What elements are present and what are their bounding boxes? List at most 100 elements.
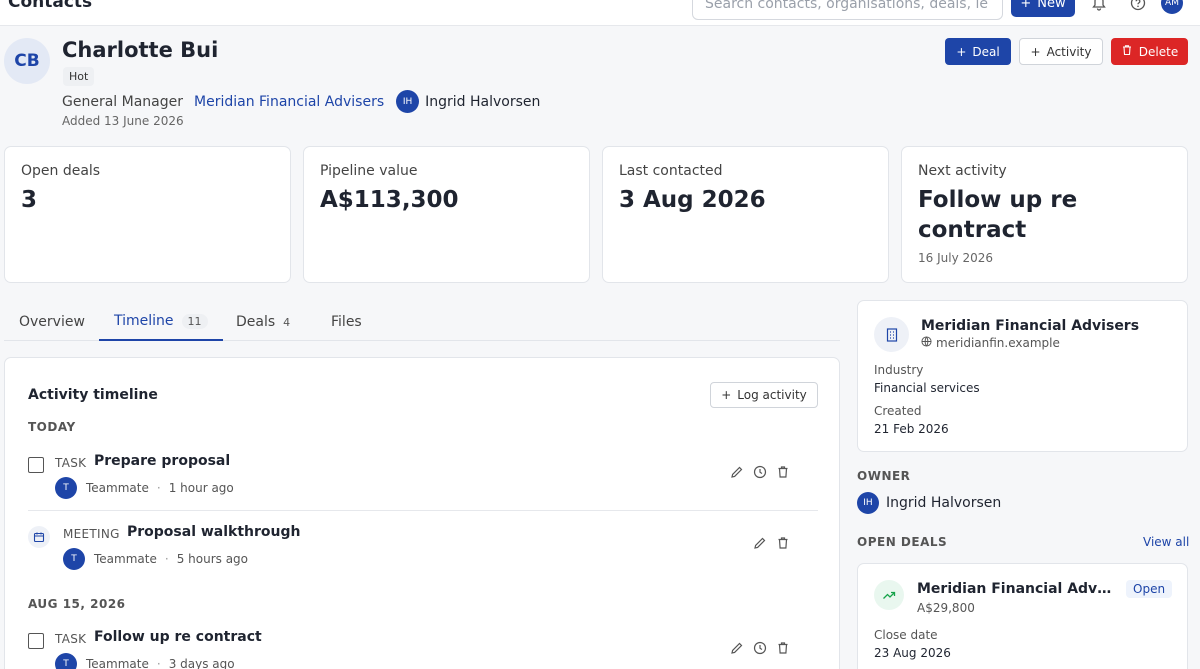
add-deal-button[interactable]: + Deal [945,38,1011,65]
trending-up-icon [874,580,904,610]
item-title: Proposal walkthrough [127,524,301,540]
owner-row: IH Ingrid Halvorsen [857,492,1001,514]
app-title: Contacts [8,0,93,12]
deal-card[interactable]: Meridian Financial Advisers A$29,800 Ope… [857,563,1188,669]
created-label: Created [874,404,922,418]
added-date: Added 13 June 2026 [62,114,184,128]
close-date-label: Close date [874,628,938,642]
help-icon[interactable] [1127,0,1149,14]
stat-open-deals: Open deals 3 [4,146,291,283]
delete-button[interactable]: Delete [1111,38,1188,65]
bell-icon[interactable] [1088,0,1110,14]
item-title: Prepare proposal [94,453,231,469]
stat-last-contacted: Last contacted 3 Aug 2026 [602,146,889,283]
task-checkbox[interactable] [28,633,44,649]
add-activity-button[interactable]: + Activity [1019,38,1103,65]
owner-avatar: IH [396,90,420,113]
plus-icon: + [1020,0,1032,11]
item-actions [730,465,790,479]
author-avatar: T [63,548,85,570]
organisation-website[interactable]: meridianfin.example [921,336,1060,350]
stat-value: Follow up re contract [918,187,1078,243]
plus-icon: + [721,388,732,402]
tab-files[interactable]: Files [316,303,377,341]
stat-value: 3 [21,187,38,213]
trash-icon[interactable] [776,465,790,479]
owner-name: Ingrid Halvorsen [886,495,1002,511]
owner-heading: OWNER [857,469,911,483]
item-time: 5 hours ago [176,552,249,566]
globe-icon [921,336,932,350]
open-deals-heading: OPEN DEALS [857,535,948,549]
edit-icon[interactable] [730,641,744,655]
organisation-card: Meridian Financial Advisers meridianfin.… [857,300,1188,452]
tab-label: Timeline [114,313,174,329]
industry-value: Financial services [874,381,980,395]
task-checkbox[interactable] [28,457,44,473]
stat-label: Open deals [21,163,101,179]
timeline-item: TASK Follow up re contract T Teammate · … [28,629,818,669]
user-avatar[interactable]: AM [1161,0,1183,14]
deal-status-badge: Open [1126,580,1173,598]
edit-icon[interactable] [730,465,744,479]
view-all-link[interactable]: View all [1143,535,1189,549]
calendar-icon [28,526,50,548]
log-activity-button[interactable]: + Log activity [710,382,818,408]
add-activity-label: Activity [1046,44,1092,59]
author-name: Teammate [86,657,149,669]
plus-icon: + [1030,44,1041,59]
activity-timeline: Activity timeline + Log activity TODAY T… [4,357,840,669]
item-actions [753,536,790,550]
stat-pipeline-value: Pipeline value A$113,300 [303,146,590,283]
new-button[interactable]: + New [1011,0,1075,17]
add-deal-label: Deal [972,44,1000,59]
stat-value: A$113,300 [320,187,459,213]
edit-icon[interactable] [753,536,767,550]
tab-bar: Overview Timeline 11 Deals 4 Files [4,303,840,341]
stat-next-activity: Next activity Follow up re contract 16 J… [901,146,1188,283]
stat-value: 3 Aug 2026 [619,187,766,213]
tab-label: Deals [236,314,276,330]
stat-label: Pipeline value [320,163,418,179]
contact-role: General Manager [62,93,183,110]
timeline-group-heading: AUG 15, 2026 [28,597,126,611]
industry-label: Industry [874,363,924,377]
tab-deals[interactable]: Deals 4 [221,303,305,341]
contact-name: Charlotte Bui [62,38,219,62]
item-byline: T Teammate · 1 hour ago [55,477,234,499]
organisation-link[interactable]: Meridian Financial Advisers [194,94,384,110]
owner-avatar: IH [857,492,879,514]
organisation-name[interactable]: Meridian Financial Advisers [921,318,1139,334]
item-byline: T Teammate · 5 hours ago [63,548,248,570]
item-time: 1 hour ago [168,481,234,495]
log-activity-label: Log activity [737,388,807,402]
timeline-item: MEETING Proposal walkthrough T Teammate … [28,524,818,570]
contact-avatar: CB [4,38,50,84]
search-input[interactable] [692,0,1003,20]
tab-timeline[interactable]: Timeline 11 [99,303,223,341]
tab-label: Overview [19,314,85,330]
trash-icon[interactable] [776,536,790,550]
contact-meta: General Manager Meridian Financial Advis… [62,90,540,113]
delete-label: Delete [1138,44,1179,59]
close-date-value: 23 Aug 2026 [874,646,951,660]
item-byline: T Teammate · 3 days ago [55,653,235,669]
plus-icon: + [956,44,967,59]
tab-overview[interactable]: Overview [4,303,100,341]
clock-icon[interactable] [753,641,767,655]
new-button-label: New [1037,0,1066,11]
author-name: Teammate [94,552,157,566]
trash-icon[interactable] [776,641,790,655]
timeline-title: Activity timeline [28,387,158,403]
item-actions [730,641,790,655]
clock-icon[interactable] [753,465,767,479]
tab-label: Files [331,314,362,330]
divider [28,510,818,511]
status-badge: Hot [63,67,95,86]
author-avatar: T [55,477,77,499]
owner-name: Ingrid Halvorsen [425,93,541,110]
stat-sub: 16 July 2026 [918,251,994,265]
deal-name: Meridian Financial Advisers [917,581,1115,597]
author-name: Teammate [86,481,149,495]
tab-count: 11 [181,313,208,329]
